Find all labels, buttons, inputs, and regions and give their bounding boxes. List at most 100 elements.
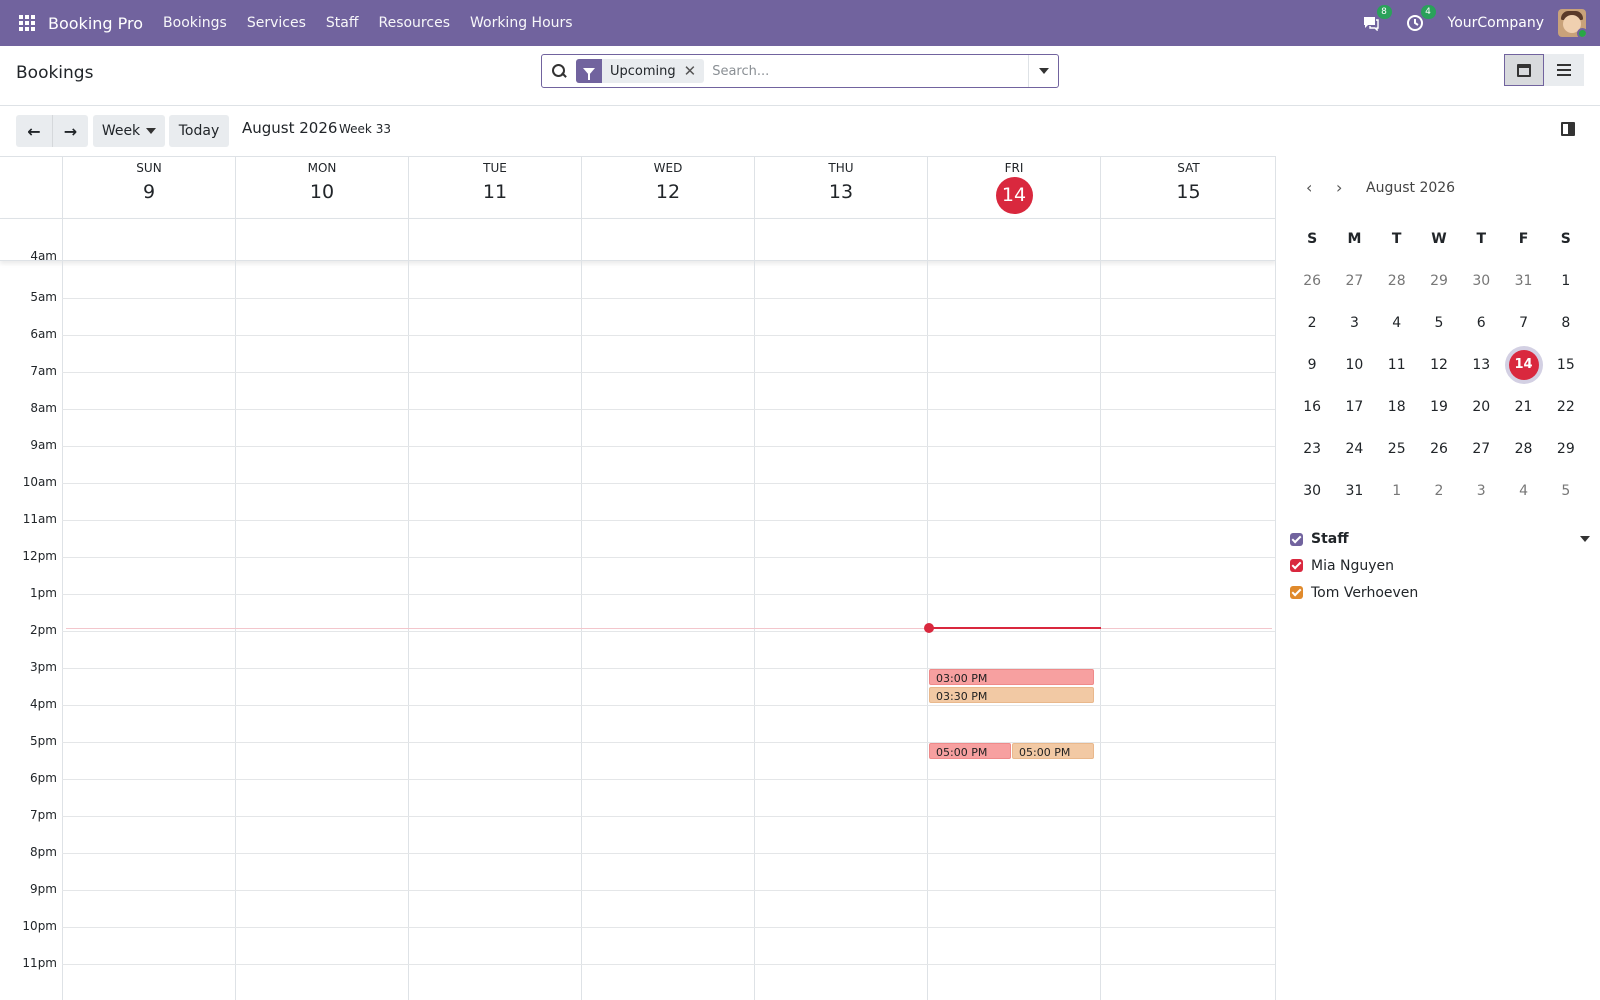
mini-day[interactable]: 8 (1545, 315, 1587, 331)
dow-label: T (1391, 231, 1402, 247)
mini-day[interactable]: 29 (1418, 273, 1460, 289)
staff-filter-header[interactable]: Staff (1290, 526, 1590, 552)
scale-dropdown[interactable]: Week (93, 115, 165, 147)
hour-label: 3pm (30, 660, 57, 674)
day-header[interactable]: TUE 11 (408, 157, 581, 218)
mini-day[interactable]: 11 (1376, 357, 1418, 373)
mini-day-today[interactable]: 14 (1502, 350, 1544, 380)
mini-day[interactable]: 5 (1545, 483, 1587, 499)
mini-day[interactable]: 21 (1502, 399, 1544, 415)
mini-day[interactable]: 3 (1460, 483, 1502, 499)
mini-day[interactable]: 10 (1333, 357, 1375, 373)
booking-event[interactable]: 03:30 PM (929, 687, 1094, 703)
mini-day[interactable]: 12 (1418, 357, 1460, 373)
filter-item-mia-nguyen[interactable]: Mia Nguyen (1290, 552, 1590, 579)
mini-day[interactable]: 19 (1418, 399, 1460, 415)
hour-label: 11pm (22, 956, 57, 970)
search-options-toggle[interactable] (1028, 55, 1058, 87)
mini-day[interactable]: 31 (1333, 483, 1375, 499)
checkbox-icon[interactable] (1290, 559, 1303, 572)
hour-label: 8am (30, 401, 57, 415)
checkbox-icon[interactable] (1290, 532, 1303, 546)
mini-day[interactable]: 16 (1291, 399, 1333, 415)
checkbox-icon[interactable] (1290, 586, 1303, 599)
mini-day[interactable]: 2 (1418, 483, 1460, 499)
hour-label: 2pm (30, 623, 57, 637)
messages-button[interactable]: 8 (1360, 5, 1392, 34)
mini-day[interactable]: 5 (1418, 315, 1460, 331)
mini-day[interactable]: 28 (1502, 441, 1544, 457)
day-header[interactable]: THU 13 (754, 157, 927, 218)
menu-bookings[interactable]: Bookings (163, 15, 227, 31)
mini-day[interactable]: 17 (1333, 399, 1375, 415)
hour-label: 10pm (22, 919, 57, 933)
close-icon[interactable]: ✕ (684, 62, 705, 80)
mini-day[interactable]: 4 (1376, 315, 1418, 331)
mini-day[interactable]: 20 (1460, 399, 1502, 415)
day-header-today[interactable]: FRI 14 (927, 157, 1100, 218)
menu-staff[interactable]: Staff (326, 15, 359, 31)
mini-day[interactable]: 28 (1376, 273, 1418, 289)
mini-day[interactable]: 26 (1418, 441, 1460, 457)
mini-day[interactable]: 18 (1376, 399, 1418, 415)
mini-day[interactable]: 7 (1502, 315, 1544, 331)
mini-day[interactable]: 1 (1376, 483, 1418, 499)
chevron-right-icon[interactable]: › (1336, 178, 1366, 197)
apps-menu-icon[interactable] (18, 14, 36, 32)
today-button[interactable]: Today (169, 115, 229, 147)
filter-item-tom-verhoeven[interactable]: Tom Verhoeven (1290, 579, 1590, 606)
app-brand[interactable]: Booking Pro (48, 14, 143, 33)
mini-day[interactable]: 27 (1460, 441, 1502, 457)
booking-event[interactable]: 03:00 PM (929, 669, 1094, 685)
previous-button[interactable]: ← (16, 115, 52, 147)
mini-day[interactable]: 13 (1460, 357, 1502, 373)
mini-day[interactable]: 22 (1545, 399, 1587, 415)
mini-day[interactable]: 29 (1545, 441, 1587, 457)
dow-label: T (1476, 231, 1487, 247)
booking-event[interactable]: 05:00 PM (929, 743, 1011, 759)
list-view-button[interactable] (1544, 54, 1584, 86)
day-number: 11 (482, 181, 508, 203)
mini-day[interactable]: 3 (1333, 315, 1375, 331)
menu-working-hours[interactable]: Working Hours (470, 15, 573, 31)
hour-label: 7pm (30, 808, 57, 822)
mini-day[interactable]: 30 (1460, 273, 1502, 289)
mini-day[interactable]: 24 (1333, 441, 1375, 457)
arrow-right-icon: → (63, 121, 78, 141)
mini-day[interactable]: 15 (1545, 357, 1587, 373)
all-day-row[interactable] (0, 218, 1275, 261)
search-input[interactable] (712, 63, 1028, 79)
filter-item-label: Tom Verhoeven (1311, 584, 1419, 601)
next-button[interactable]: → (52, 115, 88, 147)
mini-day[interactable]: 30 (1291, 483, 1333, 499)
mini-day[interactable]: 9 (1291, 357, 1333, 373)
filter-facet: Upcoming ✕ (576, 59, 705, 83)
mini-day[interactable]: 27 (1333, 273, 1375, 289)
mini-day[interactable]: 31 (1502, 273, 1544, 289)
day-header[interactable]: MON 10 (235, 157, 408, 218)
hour-label: 6am (30, 327, 57, 341)
mini-day[interactable]: 1 (1545, 273, 1587, 289)
hour-line (62, 335, 1275, 336)
day-number: 10 (309, 181, 335, 203)
day-header[interactable]: SAT 15 (1100, 157, 1275, 218)
mini-day[interactable]: 26 (1291, 273, 1333, 289)
mini-day[interactable]: 6 (1460, 315, 1502, 331)
activities-button[interactable]: 4 (1404, 5, 1436, 34)
mini-day[interactable]: 4 (1502, 483, 1544, 499)
menu-resources[interactable]: Resources (378, 15, 450, 31)
chevron-left-icon[interactable]: ‹ (1306, 178, 1336, 197)
sidepanel-toggle-icon[interactable] (1561, 122, 1575, 136)
mini-day[interactable]: 23 (1291, 441, 1333, 457)
calendar-view-button[interactable] (1504, 54, 1544, 86)
company-switcher[interactable]: YourCompany (1448, 15, 1545, 31)
mini-day[interactable]: 2 (1291, 315, 1333, 331)
hour-line (62, 705, 1275, 706)
day-header[interactable]: SUN 9 (62, 157, 235, 218)
menu-services[interactable]: Services (247, 15, 306, 31)
mini-day[interactable]: 25 (1376, 441, 1418, 457)
user-avatar[interactable] (1558, 9, 1586, 37)
booking-event[interactable]: 05:00 PM (1012, 743, 1094, 759)
day-header[interactable]: WED 12 (581, 157, 754, 218)
chevron-down-icon[interactable] (1580, 536, 1590, 542)
